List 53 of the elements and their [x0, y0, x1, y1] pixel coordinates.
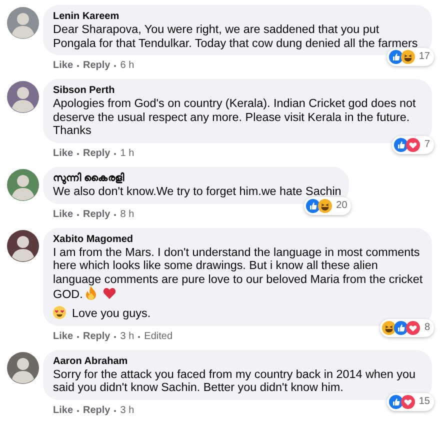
- reaction-summary[interactable]: 20: [304, 196, 352, 215]
- timestamp[interactable]: 1 h: [120, 148, 134, 160]
- comment-text: We also don't know.We try to forget him.we hate Sachin: [53, 184, 342, 199]
- timestamp[interactable]: 3 h: [120, 404, 134, 417]
- reaction-summary[interactable]: 15: [386, 392, 434, 411]
- action-link[interactable]: Like: [53, 330, 74, 343]
- reaction-summary[interactable]: 8: [380, 318, 434, 337]
- reaction-count: 17: [418, 51, 430, 64]
- thumbs-up-icon: [388, 50, 403, 64]
- heart-eyes-face-icon: [53, 306, 66, 319]
- laughing-face-icon: [382, 320, 396, 335]
- action-link[interactable]: Like: [53, 148, 74, 160]
- reaction-count: 8: [424, 322, 430, 334]
- author-name[interactable]: Sibson Perth: [53, 84, 424, 98]
- action-link[interactable]: Like: [53, 60, 74, 72]
- avatar-icon: [7, 7, 39, 39]
- reaction-summary[interactable]: 7: [392, 136, 434, 154]
- comment-text: Sorry for the attack you faced from my country back in 2014 when you said you didn't know Sachin. Better you didn't know him.: [53, 368, 416, 395]
- reaction-count: 7: [424, 138, 430, 151]
- comment-text: Apologies from God's on country (Kerala). Indian Cricket god does not deserve the usual respect any more. Please visit Kerala in the future. Thanks: [53, 97, 417, 138]
- edited-label[interactable]: Edited: [144, 330, 173, 343]
- action-link[interactable]: Like: [53, 404, 74, 417]
- heart-icon: [102, 287, 116, 300]
- action-link[interactable]: Reply: [83, 330, 110, 343]
- thumbs-up-icon: [394, 320, 408, 335]
- reaction-count: 15: [418, 396, 430, 408]
- thumbs-up-icon: [388, 394, 403, 409]
- author-name[interactable]: സുന്നി കൈരളി: [53, 172, 342, 185]
- action-link[interactable]: Reply: [83, 60, 110, 72]
- comment-text: Dear Sharapova, You were right, we are saddened that you put Pongala for that Tendulkar. Today that cow dung denied all the farmers: [53, 23, 419, 50]
- author-name[interactable]: Xabito Magomed: [53, 232, 424, 246]
- reaction-count: 20: [336, 200, 348, 212]
- avatar-icon: [7, 230, 39, 262]
- reaction-summary[interactable]: 17: [386, 48, 434, 66]
- avatar-icon: [7, 168, 39, 201]
- timestamp[interactable]: 3 h: [120, 330, 134, 343]
- fire-icon: [84, 286, 97, 300]
- action-link[interactable]: Like: [53, 208, 74, 221]
- comment-text: Love you guys.: [53, 306, 424, 321]
- laughing-face-icon: [400, 50, 415, 64]
- author-name[interactable]: Lenin Kareem: [53, 10, 424, 23]
- timestamp[interactable]: 8 h: [120, 208, 134, 221]
- thumbs-up-icon: [306, 198, 320, 213]
- avatar-icon: [7, 352, 39, 384]
- comment-text: I am from the Mars. I don't understand the language in most comments here which looks like some drawings. But i know all these alien language comments are pure love to our beloved Maria from the cricket GOD.: [53, 246, 424, 302]
- action-link[interactable]: Reply: [83, 148, 110, 160]
- action-link[interactable]: Reply: [83, 208, 110, 221]
- author-name[interactable]: Aaron Abraham: [53, 354, 424, 368]
- timestamp[interactable]: 6 h: [120, 60, 134, 72]
- laughing-face-icon: [318, 198, 332, 213]
- thumbs-up-icon: [394, 138, 408, 152]
- avatar-icon: [7, 81, 39, 114]
- action-link[interactable]: Reply: [83, 404, 110, 417]
